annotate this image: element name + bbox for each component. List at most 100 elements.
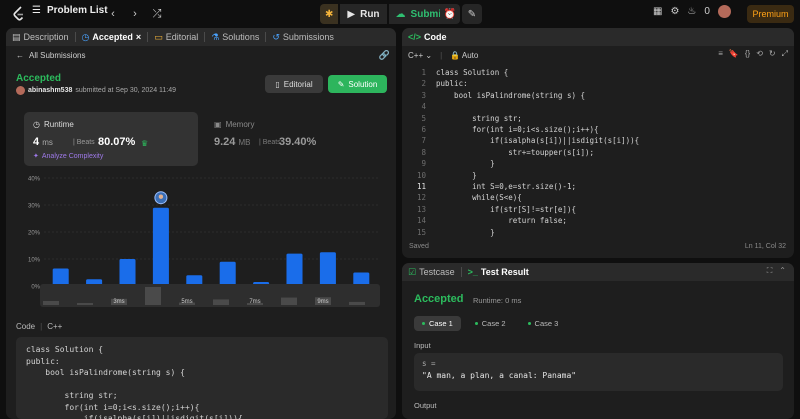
overview-tick-label: 9ms <box>317 299 328 305</box>
code-line: string str; <box>436 113 522 123</box>
code-line: for(int i=0;i<s.size();i++){ <box>26 402 200 412</box>
username[interactable]: abinashm538 <box>28 87 72 94</box>
chart-bar[interactable] <box>119 259 136 286</box>
maximize-icon[interactable]: ⛶ <box>767 266 773 276</box>
line-number: 2 <box>421 79 426 89</box>
language-select[interactable]: C++ ⌄ <box>408 51 432 60</box>
premium-button[interactable]: Premium <box>747 5 794 23</box>
line-number: 9 <box>421 159 426 169</box>
case-tab-1[interactable]: Case 1 <box>414 316 461 331</box>
layout-grid-icon[interactable]: ▦ <box>653 6 662 17</box>
code-line: if(isalpha(s[i])||isdigit(s[i])){ <box>26 414 243 419</box>
code-line: } <box>436 170 477 180</box>
format-icon[interactable]: ⟲ <box>756 49 763 59</box>
pass-dot-icon <box>474 322 478 325</box>
runtime-card[interactable]: ◷ Runtime 4 ms | Beats 80.07% ♛ ✦ Analyz… <box>24 112 198 166</box>
case-tab-2[interactable]: Case 2 <box>467 316 514 331</box>
all-submissions-link[interactable]: ← All Submissions <box>16 51 85 60</box>
overview-tick-label: 7ms <box>249 299 260 305</box>
sparkle-icon: ✦ <box>33 153 39 160</box>
submission-meta: abinashm538 submitted at Sep 30, 2024 11… <box>16 86 176 95</box>
code-editor[interactable]: 1 class Solution {2 public: 3 bool isPalind… <box>402 66 794 238</box>
notes-icon[interactable]: ✎ <box>462 4 482 24</box>
flask-icon: ⚗ <box>211 31 220 42</box>
tab-solutions[interactable]: ⚗ Solutions <box>211 32 259 43</box>
prev-problem-icon[interactable]: ‹ <box>104 5 122 23</box>
code-line: str+=toupper(s[i]); <box>436 147 595 157</box>
tab-testcase[interactable]: ☑ Testcase <box>408 267 455 278</box>
editorial-button[interactable]: ▯ Editorial <box>265 75 323 93</box>
solution-button[interactable]: ✎ Solution <box>328 75 387 93</box>
streak-count: 0 <box>704 6 710 17</box>
line-number: 3 <box>421 90 426 100</box>
memory-beats-value: 39.40% <box>279 136 317 148</box>
share-link-icon[interactable]: 🔗 <box>379 50 390 61</box>
line-number: 6 <box>421 125 426 134</box>
collapse-icon[interactable]: ⌃ <box>779 266 786 276</box>
tab-code[interactable]: </> Code <box>408 32 447 42</box>
memory-tab[interactable]: ▣ Memory <box>214 120 254 129</box>
overview-bar <box>213 299 229 305</box>
problem-list-link[interactable]: ☰ Problem List <box>32 5 108 16</box>
tab-submissions[interactable]: ↺ Submissions <box>272 32 334 43</box>
code-line: string str; <box>26 391 118 400</box>
overview-bar <box>43 300 59 305</box>
code-line: public: <box>436 79 468 89</box>
close-tab-icon[interactable]: × <box>136 32 141 42</box>
settings-gear-icon[interactable]: ⚙ <box>670 6 679 17</box>
chart-bar[interactable] <box>286 253 303 286</box>
run-button[interactable]: ▶ Run <box>340 4 387 24</box>
code-line: class Solution { <box>436 68 509 77</box>
tab-test-result[interactable]: >_ Test Result <box>468 267 529 277</box>
code-line: public: <box>26 356 60 366</box>
runtime-value: 4 ms <box>33 136 53 148</box>
overview-bar <box>349 301 365 305</box>
overview-tick-label: 5ms <box>181 299 192 305</box>
description-icon: ▤ <box>12 31 21 42</box>
distribution-overview-scrubber[interactable]: 3ms 5ms 7ms 9ms <box>40 284 380 307</box>
memory-beats-label: | Beats <box>259 139 281 146</box>
chart-bar[interactable] <box>152 207 169 286</box>
shuffle-icon[interactable]: ⤮ <box>148 5 166 23</box>
code-label: Code <box>16 322 36 331</box>
runtime-beats-label: | Beats <box>73 139 95 146</box>
streak-flame-icon[interactable]: ♨ <box>687 6 696 17</box>
code-line: class Solution { <box>26 345 104 354</box>
tab-accepted[interactable]: ◷ Accepted × <box>82 32 142 43</box>
analyze-complexity-button[interactable]: ✦ Analyze Complexity <box>33 152 103 161</box>
debug-button[interactable]: ✱ <box>320 4 339 24</box>
next-problem-icon[interactable]: › <box>126 5 144 23</box>
user-avatar[interactable] <box>717 5 731 18</box>
line-number: 13 <box>416 204 426 214</box>
tab-description[interactable]: ▤ Description <box>12 32 69 43</box>
input-var-name: s = <box>422 359 436 368</box>
chart-bar[interactable] <box>219 261 236 286</box>
expand-icon[interactable]: ⤢ <box>782 49 788 59</box>
line-number: 12 <box>416 193 426 203</box>
runtime-beats-value: 80.07% <box>98 136 136 148</box>
bookmark-icon[interactable]: 🔖 <box>729 49 739 59</box>
braces-icon[interactable]: {} <box>745 49 750 59</box>
reset-icon[interactable]: ↻ <box>769 49 776 59</box>
cursor-position: Ln 11, Col 32 <box>744 243 786 250</box>
run-label: Run <box>360 8 380 20</box>
beats-badge-icon: ♛ <box>141 139 149 148</box>
chart-bar[interactable] <box>319 252 336 286</box>
history-icon: ↺ <box>272 31 280 42</box>
pass-dot-icon <box>527 322 531 325</box>
pass-dot-icon <box>422 322 425 325</box>
leetcode-logo-icon[interactable] <box>10 5 28 23</box>
overview-bar <box>77 303 93 305</box>
accepted-clock-icon: ◷ <box>81 31 90 42</box>
tab-editorial[interactable]: ▭ Editorial <box>154 32 198 43</box>
auto-mode-toggle[interactable]: 🔒 Auto <box>450 51 478 60</box>
line-number: 8 <box>421 147 426 157</box>
case-tab-3[interactable]: Case 3 <box>520 316 567 331</box>
editorial-icon: ▭ <box>154 31 163 42</box>
timer-icon[interactable]: ⏰ <box>440 4 460 24</box>
input-box: s = "A man, a plan, a canal: Panama" <box>414 353 783 391</box>
menu-lines-icon[interactable]: ≡ <box>718 49 723 59</box>
cloud-upload-icon: ☁ <box>395 8 406 20</box>
line-number: 15 <box>416 227 426 237</box>
